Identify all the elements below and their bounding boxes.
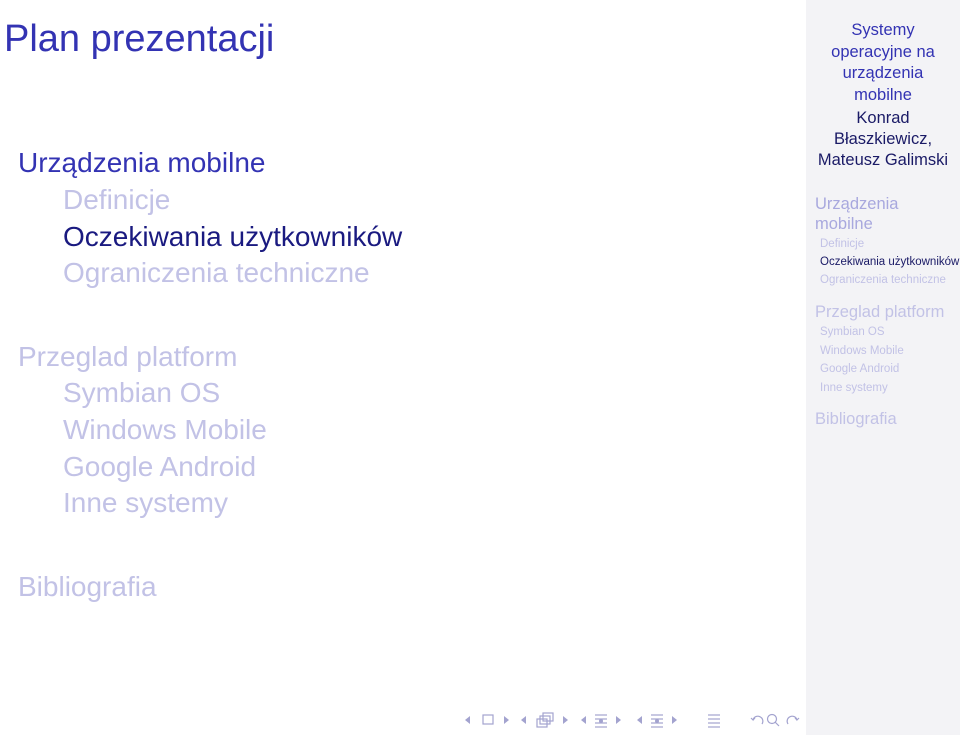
toc-subsection-definitions[interactable]: Definicje [63,184,170,216]
toc-section-devices[interactable]: Urządzenia mobilne [18,147,265,179]
section-icon [595,714,607,728]
redo-icon [786,715,800,725]
toc-section-bibliography[interactable]: Bibliografia [18,571,157,603]
sidebar-section-line: mobilne [815,215,873,233]
page-title: Plan prezentacji [4,18,275,60]
arrow-left-icon [465,716,470,724]
sidebar-title-line: operacyjne na [831,42,935,61]
subsection-icon [536,712,554,728]
section-icon [651,714,663,728]
sidebar-item-definitions[interactable]: Definicje [820,238,864,250]
toc-subsection-technical-limits[interactable]: Ograniczenia techniczne [63,257,370,289]
undo-icon [750,715,764,725]
arrow-right-icon [672,716,677,724]
sidebar-section-devices[interactable]: Urządzenia mobilne [815,194,898,234]
toc-subsection-other-systems[interactable]: Inne systemy [63,487,228,519]
sidebar-title-line: urządzenia [842,64,924,82]
sidebar-author-line: Konrad [856,109,910,127]
arrow-left-icon [637,716,642,724]
sidebar-item-other-systems[interactable]: Inne systemy [820,382,888,394]
sidebar-title-line: mobilne [854,85,912,104]
toc-subsection-user-expectations[interactable]: Oczekiwania użytkowników [63,221,402,253]
sidebar-author-line: Mateusz Galimski [817,151,949,169]
sidebar-item-technical-limits[interactable]: Ograniczenia techniczne [820,274,946,286]
arrow-right-icon [504,716,509,724]
sidebar-item-windows-mobile[interactable]: Windows Mobile [820,345,904,357]
sidebar-item-android[interactable]: Google Android [820,363,899,375]
arrow-right-icon [616,716,621,724]
navigation-symbols [465,712,800,728]
sidebar-item-symbian[interactable]: Symbian OS [820,326,885,338]
toc-subsection-windows-mobile[interactable]: Windows Mobile [63,414,267,446]
slide: Plan prezentacji Urządzenia mobilne Defi… [0,0,960,735]
sidebar-presentation-title[interactable]: Systemy operacyjne na urządzenia mobilne [806,20,960,106]
frame-icon [482,714,494,725]
navigation-bar [462,710,802,730]
sidebar-section-line: Urządzenia [815,195,899,213]
sidebar-section-platforms[interactable]: Przeglad platform [815,302,944,322]
sidebar-section-bibliography[interactable]: Bibliografia [815,409,897,429]
sidebar-authors: Konrad Błaszkiewicz, Mateusz Galimski [806,108,960,171]
appendix-icon [708,714,720,728]
arrow-left-icon [521,716,526,724]
sidebar-item-user-expectations[interactable]: Oczekiwania użytkowników [820,256,959,268]
toc-subsection-android[interactable]: Google Android [63,451,256,483]
sidebar-author-line: Błaszkiewicz, [833,130,933,148]
arrow-right-icon [563,716,568,724]
toc-subsection-symbian[interactable]: Symbian OS [63,377,220,409]
sidebar: Systemy operacyjne na urządzenia mobilne… [806,0,960,735]
arrow-left-icon [581,716,586,724]
search-icon [766,713,780,727]
sidebar-title-line: Systemy [851,21,915,39]
toc-section-platforms[interactable]: Przeglad platform [18,341,237,373]
